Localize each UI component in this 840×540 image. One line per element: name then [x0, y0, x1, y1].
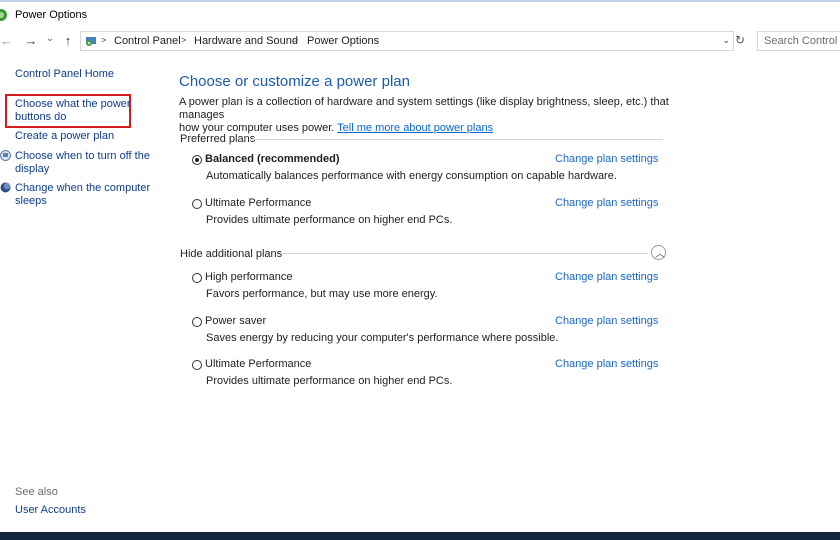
breadcrumb-separator[interactable]: > [101, 35, 106, 45]
breadcrumb-separator[interactable]: > [293, 35, 298, 45]
plan-description: Saves energy by reducing your computer's… [206, 332, 559, 344]
link-line: buttons do [15, 111, 67, 123]
plan-name: Ultimate Performance [205, 358, 312, 370]
breadcrumb-power-options[interactable]: Power Options [307, 35, 379, 47]
control-panel-icon [86, 37, 96, 46]
chevron-up-icon: ︿ [655, 249, 665, 260]
choose-power-buttons-link[interactable]: Choose what the power buttons do [15, 98, 131, 124]
plan-description: Provides ultimate performance on higher … [206, 214, 453, 226]
plan-description: Provides ultimate performance on higher … [206, 375, 453, 387]
link-line: sleeps [15, 195, 47, 207]
link-line: Change when the computer [15, 182, 151, 194]
turn-off-display-link[interactable]: Choose when to turn off the display [15, 150, 150, 176]
link-line: Create a power plan [15, 130, 115, 142]
moon-icon [0, 182, 11, 193]
search-input[interactable] [758, 32, 840, 49]
link-line: Choose when to turn off the [15, 150, 150, 162]
see-also-heading: See also [15, 486, 58, 498]
change-plan-settings-link[interactable]: Change plan settings [555, 153, 658, 165]
plan-name: High performance [205, 271, 293, 283]
plan-name: Balanced (recommended) [205, 153, 340, 165]
divider [252, 139, 663, 140]
address-bar[interactable]: > Control Panel > Hardware and Sound > P… [80, 31, 734, 51]
breadcrumb-separator[interactable]: > [181, 35, 186, 45]
plan-description: Automatically balances performance with … [206, 170, 617, 182]
power-saver-plan-radio[interactable] [192, 317, 202, 327]
taskbar-edge [0, 532, 840, 540]
collapse-plans-button[interactable]: ︿ [651, 245, 666, 260]
recent-locations-icon[interactable]: ⌄ [45, 30, 55, 48]
plan-name: Power saver [205, 315, 267, 327]
tell-me-more-link[interactable]: Tell me more about power plans [337, 122, 493, 134]
up-arrow-icon[interactable]: ↑ [61, 32, 75, 50]
power-options-icon [0, 9, 7, 21]
plan-name: Ultimate Performance [205, 197, 312, 209]
preferred-plans-heading: Preferred plans [180, 133, 256, 145]
search-box[interactable] [757, 31, 840, 51]
page-title: Choose or customize a power plan [179, 73, 410, 90]
ultimate-performance-plan-radio[interactable] [192, 199, 202, 209]
user-accounts-link[interactable]: User Accounts [15, 504, 86, 517]
change-plan-settings-link[interactable]: Change plan settings [555, 271, 658, 283]
change-plan-settings-link[interactable]: Change plan settings [555, 358, 658, 370]
change-plan-settings-link[interactable]: Change plan settings [555, 197, 658, 209]
link-line: display [15, 163, 50, 175]
refresh-icon[interactable]: ↻ [733, 32, 747, 49]
title-bar: Power Options [0, 2, 840, 28]
description-line: A power plan is a collection of hardware… [179, 96, 669, 121]
page-description: A power plan is a collection of hardware… [179, 96, 679, 135]
navigation-bar: ← → ⌄ ↑ > Control Panel > Hardware and S… [0, 30, 840, 52]
address-dropdown-icon[interactable]: ⌄ [722, 35, 730, 46]
hide-additional-plans-heading[interactable]: Hide additional plans [180, 248, 282, 260]
link-line: Choose what the power [15, 98, 131, 110]
balanced-plan-radio[interactable] [192, 155, 202, 165]
high-performance-plan-radio[interactable] [192, 273, 202, 283]
divider [280, 253, 648, 254]
computer-sleeps-link[interactable]: Change when the computer sleeps [15, 182, 150, 208]
ultimate-performance-additional-plan-radio[interactable] [192, 360, 202, 370]
monitor-icon [0, 150, 11, 161]
back-arrow-icon[interactable]: ← [0, 32, 13, 50]
control-panel-home-link[interactable]: Control Panel Home [15, 68, 114, 81]
create-power-plan-link[interactable]: Create a power plan [15, 130, 114, 143]
forward-arrow-icon[interactable]: → [24, 32, 38, 50]
window-title: Power Options [15, 9, 88, 21]
change-plan-settings-link[interactable]: Change plan settings [555, 315, 658, 327]
breadcrumb-hardware-and-sound[interactable]: Hardware and Sound [194, 35, 298, 47]
plan-description: Favors performance, but may use more ene… [206, 288, 438, 300]
breadcrumb-control-panel[interactable]: Control Panel [114, 35, 181, 47]
